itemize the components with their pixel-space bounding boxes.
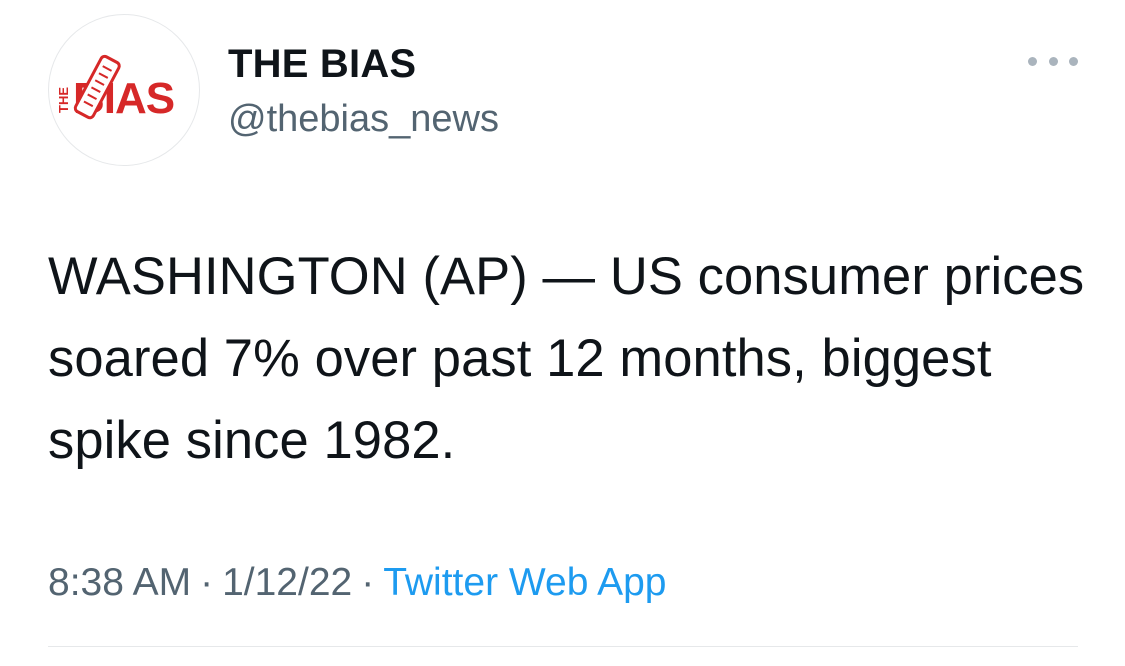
meta-separator: · (200, 561, 214, 604)
divider (48, 646, 1078, 647)
more-dots-icon[interactable] (1028, 46, 1078, 76)
logo-small-text: THE (56, 87, 71, 113)
tweet-card: THE BIAS THE BIAS @thebias_news WASHINGT… (0, 0, 1125, 666)
meta-separator: · (361, 561, 375, 604)
tweet-source-link[interactable]: Twitter Web App (383, 561, 666, 604)
tweet-date[interactable]: 1/12/22 (222, 561, 352, 604)
tweet-text: WASHINGTON (AP) — US consumer prices soa… (48, 247, 1085, 470)
tweet-meta: 8:38 AM · 1/12/22 · Twitter Web App (48, 558, 666, 608)
account-handle[interactable]: @thebias_news (228, 96, 499, 142)
avatar[interactable]: THE BIAS (48, 14, 200, 166)
tweet-time[interactable]: 8:38 AM (48, 561, 191, 604)
dot (1069, 56, 1078, 66)
display-name[interactable]: THE BIAS (228, 40, 416, 88)
dot (1048, 56, 1058, 66)
bias-logo-icon: THE BIAS (56, 54, 175, 123)
dot (1028, 56, 1037, 66)
